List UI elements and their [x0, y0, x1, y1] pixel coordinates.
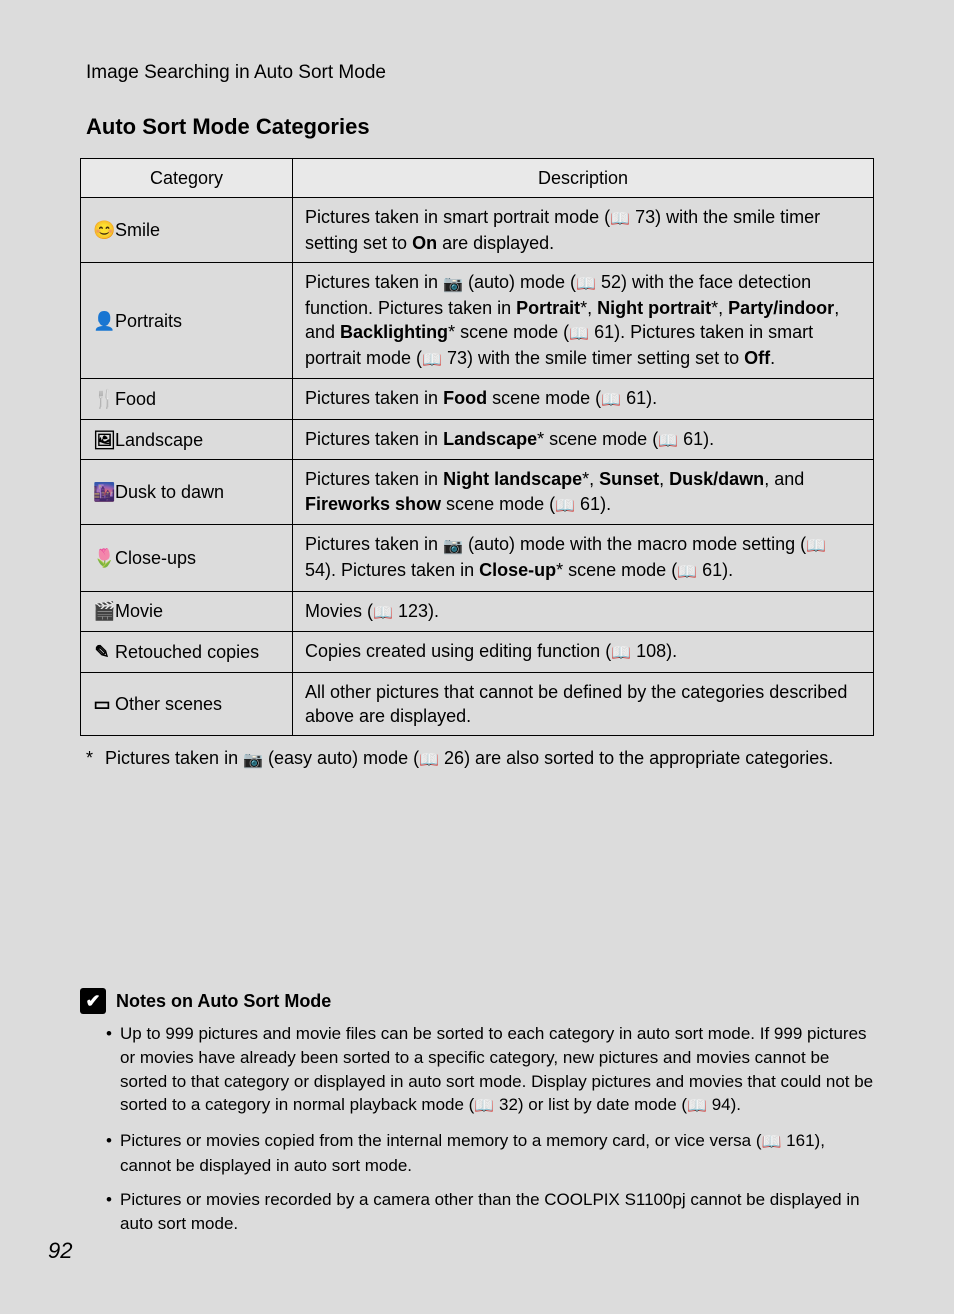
table-row: ✎Retouched copies Copies created using e…: [81, 632, 874, 673]
table-row: 👤Portraits Pictures taken in 📷 (auto) mo…: [81, 263, 874, 379]
dusk-icon: 🌆: [93, 480, 111, 504]
description-cell: Pictures taken in Food scene mode (📖 61)…: [293, 379, 874, 420]
book-icon: 📖: [611, 643, 631, 665]
movie-icon: 🎬: [93, 599, 111, 623]
note-item: Pictures or movies recorded by a camera …: [106, 1188, 874, 1236]
description-cell: Pictures taken in 📷 (auto) mode with the…: [293, 525, 874, 591]
description-cell: Movies (📖 123).: [293, 591, 874, 632]
notes-title: Notes on Auto Sort Mode: [116, 991, 331, 1012]
closeup-icon: 🌷: [93, 546, 111, 570]
description-cell: Pictures taken in smart portrait mode (📖…: [293, 198, 874, 263]
table-row: 🍴Food Pictures taken in Food scene mode …: [81, 379, 874, 420]
book-icon: 📖: [373, 603, 393, 625]
description-cell: All other pictures that cannot be define…: [293, 672, 874, 736]
book-icon: 📖: [576, 274, 596, 296]
person-icon: 👤: [93, 309, 111, 333]
category-label: Food: [115, 389, 156, 409]
camera-icon: 📷: [443, 536, 463, 558]
header-description: Description: [293, 159, 874, 198]
footnote: * Pictures taken in 📷 (easy auto) mode (…: [80, 746, 874, 772]
note-item: Up to 999 pictures and movie files can b…: [106, 1022, 874, 1119]
book-icon: 📖: [677, 562, 697, 584]
book-icon: 📖: [474, 1096, 494, 1118]
book-icon: 📖: [601, 390, 621, 412]
table-row: 🎬Movie Movies (📖 123).: [81, 591, 874, 632]
category-label: Landscape: [115, 430, 203, 450]
table-row: ▭Other scenes All other pictures that ca…: [81, 672, 874, 736]
book-icon: 📖: [419, 750, 439, 772]
camera-icon: 📷: [443, 274, 463, 296]
book-icon: 📖: [569, 324, 589, 346]
book-icon: 📖: [687, 1096, 707, 1118]
description-cell: Pictures taken in Night landscape*, Suns…: [293, 460, 874, 525]
table-row: 🌆Dusk to dawn Pictures taken in Night la…: [81, 460, 874, 525]
book-icon: 📖: [762, 1132, 782, 1154]
description-cell: Copies created using editing function (📖…: [293, 632, 874, 673]
camera-sparkle-icon: 📷: [243, 750, 263, 772]
section-title: Auto Sort Mode Categories: [80, 114, 874, 140]
description-cell: Pictures taken in 📷 (auto) mode (📖 52) w…: [293, 263, 874, 379]
table-row: 🖼Landscape Pictures taken in Landscape* …: [81, 419, 874, 460]
category-label: Movie: [115, 601, 163, 621]
landscape-icon: 🖼: [93, 428, 111, 452]
category-label: Retouched copies: [115, 642, 259, 662]
table-row: 😊Smile Pictures taken in smart portrait …: [81, 198, 874, 263]
book-icon: 📖: [422, 350, 442, 372]
categories-table: Category Description 😊Smile Pictures tak…: [80, 158, 874, 736]
book-icon: 📖: [658, 431, 678, 453]
description-cell: Pictures taken in Landscape* scene mode …: [293, 419, 874, 460]
smile-icon: 😊: [93, 218, 111, 242]
book-icon: 📖: [806, 536, 826, 558]
category-label: Smile: [115, 220, 160, 240]
table-row: 🌷Close-ups Pictures taken in 📷 (auto) mo…: [81, 525, 874, 591]
manual-page: Image Searching in Auto Sort Mode Auto S…: [0, 0, 954, 1314]
notes-block: ✔ Notes on Auto Sort Mode Up to 999 pict…: [80, 988, 874, 1246]
check-icon: ✔: [80, 988, 106, 1014]
category-label: Other scenes: [115, 694, 222, 714]
category-label: Portraits: [115, 311, 182, 331]
food-icon: 🍴: [93, 387, 111, 411]
other-icon: ▭: [93, 692, 111, 716]
book-icon: 📖: [610, 209, 630, 231]
category-label: Dusk to dawn: [115, 482, 224, 502]
category-label: Close-ups: [115, 548, 196, 568]
book-icon: 📖: [555, 496, 575, 518]
retouch-icon: ✎: [93, 640, 111, 664]
page-number: 92: [48, 1238, 72, 1264]
breadcrumb: Image Searching in Auto Sort Mode: [80, 62, 874, 84]
header-category: Category: [81, 159, 293, 198]
note-item: Pictures or movies copied from the inter…: [106, 1129, 874, 1178]
